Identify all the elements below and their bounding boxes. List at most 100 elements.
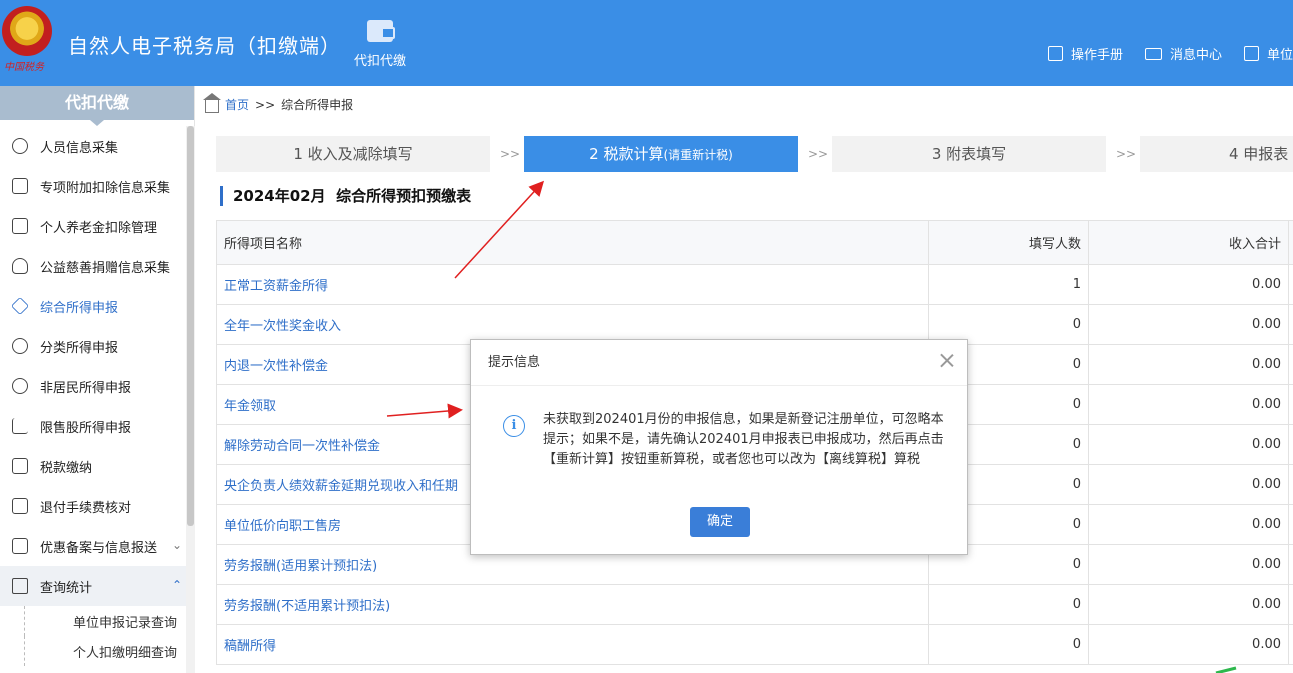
sidebar-item-label: 限售股所得申报 — [40, 420, 132, 436]
count-cell: 0 — [928, 624, 1089, 665]
overflow-cell — [1288, 424, 1293, 465]
sidebar-item-tax-payment[interactable]: 税款缴纳 — [0, 446, 186, 486]
step-label: 1 收入及减除填写 — [293, 145, 413, 163]
sidebar-item-classified-income[interactable]: 分类所得申报 — [0, 326, 186, 366]
overflow-cell — [1288, 624, 1293, 665]
nav-module-label: 代扣代缴 — [353, 54, 406, 69]
sidebar-item-comprehensive-income[interactable]: 综合所得申报 — [0, 286, 186, 326]
income-cell: 0.00 — [1088, 544, 1289, 585]
tax-emblem-logo — [2, 6, 52, 56]
sidebar-item-fee-refund[interactable]: 退付手续费核对 — [0, 486, 186, 526]
donation-icon — [12, 258, 28, 274]
sidebar-item-label: 专项附加扣除信息采集 — [40, 180, 171, 196]
info-dialog: 提示信息 i 未获取到202401月份的申报信息，如果是新登记注册单位，可忽略本… — [470, 339, 968, 555]
dialog-message: 未获取到202401月份的申报信息，如果是新登记注册单位，可忽略本提示；如果不是… — [543, 412, 944, 467]
doc-icon — [12, 498, 28, 514]
message-center-label: 消息中心 — [1169, 48, 1222, 63]
sidebar-scrollbar[interactable] — [186, 126, 195, 673]
income-item-link[interactable]: 稿酬所得 — [216, 624, 929, 665]
sidebar-item-donation[interactable]: 公益慈善捐赠信息采集 — [0, 246, 186, 286]
manual-link[interactable]: 操作手册 — [1047, 44, 1123, 63]
pie-icon — [12, 338, 28, 354]
sidebar-scroll-thumb[interactable] — [187, 126, 194, 526]
sidebar-item-pension[interactable]: 个人养老金扣除管理 — [0, 206, 186, 246]
emblem-caption: 中国税务 — [4, 62, 44, 73]
income-item-link[interactable]: 正常工资薪金所得 — [216, 264, 929, 305]
step-separator: >> — [1116, 147, 1137, 161]
income-item-link[interactable]: 劳务报酬(不适用累计预扣法) — [216, 584, 929, 625]
income-cell: 0.00 — [1088, 264, 1289, 305]
sheet-title: 2024年02月 综合所得预扣预缴表 — [220, 186, 471, 206]
confirm-button[interactable]: 确定 — [690, 507, 750, 537]
overflow-cell — [1288, 544, 1293, 585]
chevron-down-icon: ⌄ — [171, 538, 182, 552]
sidebar-item-label: 公益慈善捐赠信息采集 — [40, 260, 171, 276]
info-icon: i — [503, 415, 525, 437]
bars-icon — [12, 418, 28, 434]
sidebar: 代扣代缴 人员信息采集 专项附加扣除信息采集 个人养老金扣除管理 公益慈善捐赠信… — [0, 86, 195, 673]
breadcrumb-home[interactable]: 首页 — [225, 96, 249, 113]
sidebar-item-query-stats[interactable]: 查询统计 ⌃ — [0, 566, 186, 606]
building-icon — [1243, 46, 1259, 61]
sidebar-item-restricted-shares[interactable]: 限售股所得申报 — [0, 406, 186, 446]
step-schedule-entry[interactable]: 3 附表填写 — [832, 136, 1106, 172]
income-cell: 0.00 — [1088, 624, 1289, 665]
sidebar-item-preferential-filing[interactable]: 优惠备案与信息报送 ⌄ — [0, 526, 186, 566]
manual-label: 操作手册 — [1070, 48, 1123, 63]
sidebar-subitem-label: 单位申报记录查询 — [73, 615, 178, 631]
step-label: 2 税款计算 — [589, 145, 664, 163]
message-center-link[interactable]: 消息中心 — [1144, 44, 1222, 63]
income-cell: 0.00 — [1088, 424, 1289, 465]
unit-label: 单位 — [1266, 48, 1293, 63]
layers-icon — [10, 296, 30, 316]
wallet-icon — [12, 458, 28, 474]
unit-link[interactable]: 单位 — [1243, 44, 1293, 63]
step-separator: >> — [808, 147, 829, 161]
sidebar-subitem-personal-details[interactable]: 个人扣缴明细查询 — [24, 636, 186, 666]
overflow-cell — [1288, 384, 1293, 425]
chevron-up-icon: ⌃ — [171, 578, 182, 592]
sidebar-item-label: 综合所得申报 — [40, 300, 119, 316]
home-icon — [203, 92, 221, 113]
column-header-count: 填写人数 — [928, 220, 1089, 265]
mail-icon — [1144, 47, 1162, 60]
column-header-item-name: 所得项目名称 — [216, 220, 929, 265]
sidebar-subitem-unit-records[interactable]: 单位申报记录查询 — [24, 606, 186, 636]
count-cell: 1 — [928, 264, 1089, 305]
sidebar-item-label: 分类所得申报 — [40, 340, 119, 356]
overflow-cell — [1288, 344, 1293, 385]
green-mark — [1215, 666, 1237, 673]
sidebar-item-label: 查询统计 — [40, 580, 93, 596]
app-title: 自然人电子税务局（扣缴端） — [68, 34, 341, 58]
sidebar-item-non-resident[interactable]: 非居民所得申报 — [0, 366, 186, 406]
dialog-title: 提示信息 — [488, 355, 541, 370]
sidebar-item-personnel[interactable]: 人员信息采集 — [0, 126, 186, 166]
sidebar-item-label: 人员信息采集 — [40, 140, 119, 156]
pension-icon — [12, 218, 28, 234]
nav-module-withholding[interactable]: 代扣代缴 — [350, 20, 410, 69]
close-icon[interactable] — [939, 352, 955, 368]
dialog-header: 提示信息 — [471, 340, 967, 386]
sidebar-item-special-deduction[interactable]: 专项附加扣除信息采集 — [0, 166, 186, 206]
income-cell: 0.00 — [1088, 304, 1289, 345]
sidebar-item-label: 优惠备案与信息报送 — [40, 540, 158, 556]
person-icon — [12, 138, 28, 154]
sidebar-item-label: 个人养老金扣除管理 — [40, 220, 158, 236]
sidebar-subitem-label: 个人扣缴明细查询 — [73, 645, 178, 661]
breadcrumb-separator: >> — [255, 97, 276, 112]
sidebar-title: 代扣代缴 — [0, 86, 194, 126]
step-declaration[interactable]: 4 申报表 — [1140, 136, 1293, 172]
income-cell: 0.00 — [1088, 344, 1289, 385]
count-cell: 0 — [928, 584, 1089, 625]
overflow-cell — [1288, 304, 1293, 345]
table-row: 稿酬所得 0 0.00 — [216, 624, 1293, 665]
step-separator: >> — [500, 147, 521, 161]
step-income-entry[interactable]: 1 收入及减除填写 — [216, 136, 490, 172]
sidebar-item-label: 税款缴纳 — [40, 460, 93, 476]
step-label: 3 附表填写 — [931, 145, 1007, 163]
column-header-overflow — [1288, 220, 1293, 265]
overflow-cell — [1288, 464, 1293, 505]
manual-icon — [1047, 46, 1063, 61]
sidebar-item-label: 非居民所得申报 — [40, 380, 132, 396]
step-tax-calculation[interactable]: 2 税款计算(请重新计税) — [524, 136, 798, 172]
